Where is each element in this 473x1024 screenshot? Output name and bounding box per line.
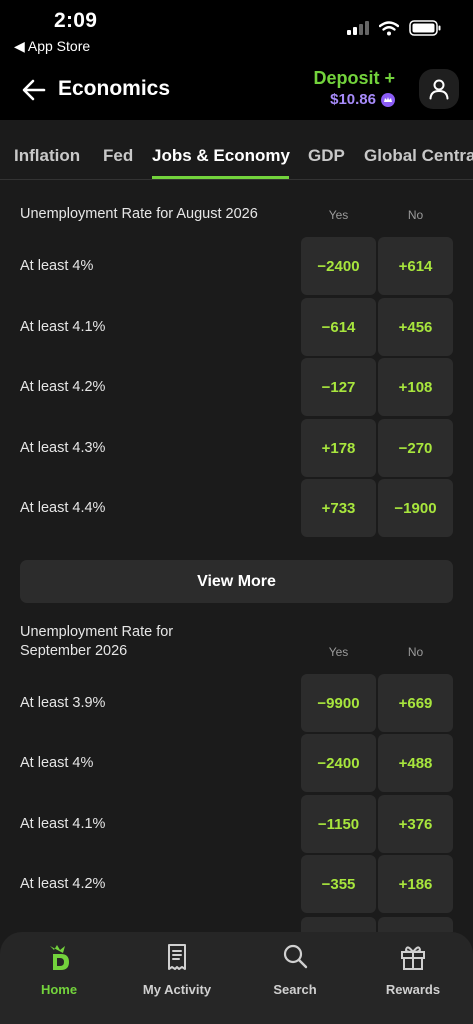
market-row-label: At least 4%	[20, 258, 94, 274]
deposit-button[interactable]: Deposit + $10.86	[313, 68, 395, 108]
no-odds-button[interactable]: −1900	[378, 479, 453, 537]
user-icon	[429, 79, 449, 100]
receipt-icon	[168, 944, 186, 970]
yes-odds-button[interactable]: −1150	[301, 795, 376, 853]
market-row-label: At least 4.1%	[20, 319, 106, 335]
no-odds-button[interactable]: +186	[378, 855, 453, 913]
active-tab-indicator	[152, 176, 289, 179]
view-more-button[interactable]: View More	[20, 560, 453, 603]
home-logo-icon	[50, 945, 69, 970]
wifi-icon	[379, 20, 399, 35]
yes-odds-button[interactable]: −2400	[301, 237, 376, 295]
no-odds-button[interactable]: +456	[378, 298, 453, 356]
yes-odds-button[interactable]: +733	[301, 479, 376, 537]
gift-icon	[401, 946, 425, 970]
yes-column-header: Yes	[328, 208, 349, 222]
no-odds-button[interactable]: +669	[378, 674, 453, 732]
market-title-september: Unemployment Rate for September 2026	[20, 623, 173, 661]
market-row-label: At least 3.9%	[20, 695, 106, 711]
market-row-label: At least 4.2%	[20, 379, 106, 395]
market-title-line: September 2026	[20, 643, 128, 659]
market-row-label: At least 4.3%	[20, 440, 106, 456]
no-odds-button[interactable]: +108	[378, 358, 453, 416]
yes-odds-button[interactable]: −127	[301, 358, 376, 416]
partial-odds-button[interactable]	[301, 917, 376, 932]
page-header: Economics Deposit + $10.86	[0, 60, 473, 120]
market-row-label: At least 4.2%	[20, 876, 106, 892]
market-row-label: At least 4.1%	[20, 816, 106, 832]
tab-global-central[interactable]: Global Centra	[364, 146, 473, 166]
nav-label: Search	[273, 982, 317, 997]
category-tabs: Inflation Fed Jobs & Economy GDP Global …	[0, 120, 473, 180]
tab-gdp[interactable]: GDP	[308, 146, 345, 166]
tab-inflation[interactable]: Inflation	[14, 146, 80, 166]
no-odds-button[interactable]: +614	[378, 237, 453, 295]
yes-odds-button[interactable]: −355	[301, 855, 376, 913]
back-to-app-store-link[interactable]: ◀ App Store	[14, 38, 90, 55]
nav-label: Home	[40, 982, 78, 997]
signal-icon	[347, 21, 369, 35]
account-balance: $10.86	[330, 91, 376, 108]
back-arrow-icon[interactable]	[20, 76, 48, 104]
profile-button[interactable]	[419, 69, 459, 109]
bottom-navigation: Home My Activity Search Rewards	[0, 932, 473, 1024]
deposit-label: Deposit +	[313, 68, 395, 88]
market-title-line: Unemployment Rate for	[20, 624, 174, 640]
dk-crown-icon	[381, 92, 395, 107]
no-column-header: No	[407, 645, 424, 659]
nav-search[interactable]: Search	[236, 932, 354, 1024]
partial-odds-button[interactable]	[378, 917, 453, 932]
nav-home[interactable]: Home	[0, 932, 118, 1024]
nav-my-activity[interactable]: My Activity	[118, 932, 236, 1024]
no-odds-button[interactable]: +376	[378, 795, 453, 853]
status-bar: 2:09 ◀ App Store	[0, 0, 473, 60]
nav-label: Rewards	[385, 982, 441, 997]
no-odds-button[interactable]: −270	[378, 419, 453, 477]
nav-label: My Activity	[142, 982, 212, 997]
no-odds-button[interactable]: +488	[378, 734, 453, 792]
market-row-label: At least 4%	[20, 755, 94, 771]
yes-odds-button[interactable]: +178	[301, 419, 376, 477]
nav-rewards[interactable]: Rewards	[354, 932, 472, 1024]
yes-odds-button[interactable]: −9900	[301, 674, 376, 732]
market-row-label: At least 4.4%	[20, 500, 106, 516]
yes-odds-button[interactable]: −2400	[301, 734, 376, 792]
status-icons	[347, 20, 441, 36]
page-title: Economics	[58, 77, 171, 100]
search-icon	[283, 944, 308, 969]
market-title-august: Unemployment Rate for August 2026	[20, 206, 258, 222]
tab-fed[interactable]: Fed	[103, 146, 133, 166]
battery-icon	[409, 20, 441, 36]
yes-odds-button[interactable]: −614	[301, 298, 376, 356]
no-column-header: No	[407, 208, 424, 222]
yes-column-header: Yes	[328, 645, 349, 659]
screen: 2:09 ◀ App Store Economics Deposit + $10…	[0, 0, 473, 1024]
status-time: 2:09	[54, 9, 98, 32]
tab-jobs-economy[interactable]: Jobs & Economy	[152, 146, 290, 166]
